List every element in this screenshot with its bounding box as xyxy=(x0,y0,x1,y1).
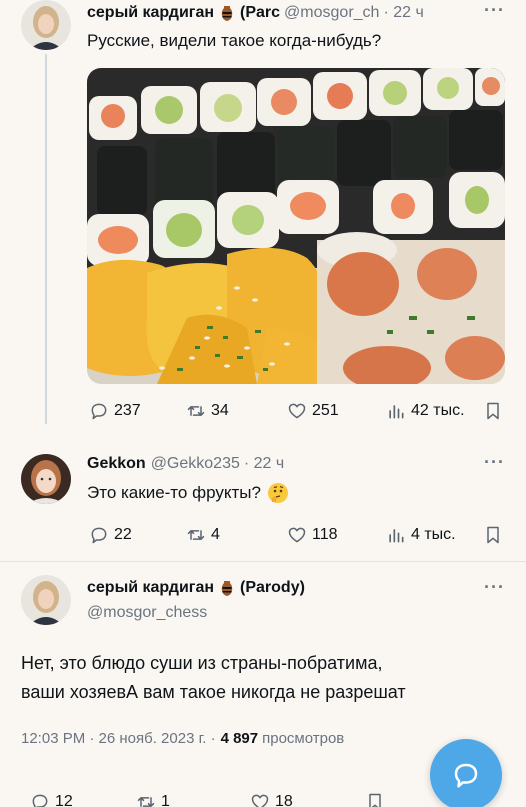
tweet-text-line2: ваши хозяевА вам такое никогда не разреш… xyxy=(21,682,406,702)
name-suffix: (Parody) xyxy=(240,579,305,596)
avatar[interactable] xyxy=(21,575,71,625)
heart-icon xyxy=(288,527,306,543)
tweet-time[interactable]: · 22 ч xyxy=(383,4,423,22)
bookmark-icon xyxy=(369,793,381,807)
avatar[interactable] xyxy=(21,454,71,504)
reply-button[interactable]: 12 xyxy=(30,792,73,807)
avatar[interactable] xyxy=(21,0,71,50)
bookmark-button[interactable] xyxy=(483,401,503,421)
more-options-icon[interactable]: ··· xyxy=(484,452,505,473)
retweet-count: 4 xyxy=(211,526,220,543)
views-button[interactable]: 42 тыс. xyxy=(386,401,465,421)
heart-icon xyxy=(251,794,269,807)
reply-icon xyxy=(91,527,107,544)
retweet-icon xyxy=(137,797,155,807)
like-button[interactable]: 251 xyxy=(287,401,339,421)
bar-chart-icon xyxy=(389,529,404,543)
views-label: просмотров xyxy=(262,730,345,747)
reply-icon xyxy=(91,403,107,420)
author-handle[interactable]: @mosgor_ch xyxy=(284,4,379,22)
like-button[interactable]: 18 xyxy=(250,792,293,807)
chat-bubble-icon xyxy=(454,763,478,788)
retweet-icon xyxy=(187,530,205,540)
mango-pieces xyxy=(87,247,337,384)
retweet-button[interactable]: 1 xyxy=(136,792,170,807)
retweet-count: 34 xyxy=(211,402,229,419)
more-options-icon[interactable]: ··· xyxy=(484,0,505,21)
retweet-icon xyxy=(187,406,205,416)
tweet-text: Это какие-то фрукты? xyxy=(87,483,261,502)
timestamp[interactable]: 12:03 PM · 26 нояб. 2023 г. · xyxy=(21,730,216,747)
heart-icon xyxy=(288,403,306,419)
retweet-count: 1 xyxy=(161,793,170,807)
reply-count: 237 xyxy=(114,402,141,419)
like-count: 251 xyxy=(312,402,339,419)
thread-line xyxy=(45,54,47,424)
views-count: 4 897 xyxy=(220,730,259,747)
author-name[interactable]: серый кардиган xyxy=(87,4,214,22)
tweet-photo[interactable] xyxy=(87,68,505,384)
like-count: 18 xyxy=(275,793,293,807)
like-count: 118 xyxy=(312,526,338,543)
reply-button[interactable]: 237 xyxy=(89,401,141,421)
more-options-icon[interactable]: ··· xyxy=(484,577,505,598)
tweet-header: Gekkon @Gekko235 · 22 ч xyxy=(87,454,284,474)
tweet-text: Русские, видели такое когда-нибудь? xyxy=(87,31,382,50)
reply-count: 12 xyxy=(55,793,73,807)
view-count: 42 тыс. xyxy=(411,402,465,419)
author-name[interactable]: Gekkon xyxy=(87,455,146,473)
views-button[interactable]: 4 тыс. xyxy=(386,525,456,545)
retweet-button[interactable]: 34 xyxy=(186,401,229,421)
reply-icon xyxy=(32,794,48,807)
tweet-header: серый кардиган (Parc @mosgor_ch · 22 ч xyxy=(87,3,424,23)
tweet-header: серый кардиган (Parody) xyxy=(87,578,305,598)
tweet-text-row: Это какие-то фрукты? xyxy=(87,482,289,504)
thinking-face-icon xyxy=(267,482,289,504)
author-handle[interactable]: @mosgor_chess xyxy=(87,604,207,622)
author-handle[interactable]: @Gekko235 xyxy=(151,455,240,473)
amphora-emoji-icon xyxy=(220,580,234,597)
tweet-meta: 12:03 PM · 26 нояб. 2023 г. · 4 897 прос… xyxy=(21,730,344,747)
tweet-text-line1: Нет, это блюдо суши из страны-побратима, xyxy=(21,653,383,673)
bookmark-button[interactable] xyxy=(483,525,503,545)
reply-button[interactable]: 22 xyxy=(89,525,132,545)
reply-count: 22 xyxy=(114,526,132,543)
tweet-time[interactable]: · 22 ч xyxy=(244,455,284,473)
author-name[interactable]: серый кардиган xyxy=(87,579,214,597)
crispy-rolls xyxy=(317,232,505,384)
bookmark-icon xyxy=(487,402,499,420)
bookmark-icon xyxy=(487,526,499,544)
compose-reply-button[interactable] xyxy=(430,739,502,807)
view-count: 4 тыс. xyxy=(411,526,456,543)
divider xyxy=(0,561,526,562)
like-button[interactable]: 118 xyxy=(287,525,338,545)
bookmark-button[interactable] xyxy=(365,792,385,807)
bar-chart-icon xyxy=(389,405,404,419)
name-suffix: (Parc xyxy=(240,4,281,21)
retweet-button[interactable]: 4 xyxy=(186,525,220,545)
amphora-emoji-icon xyxy=(220,5,234,22)
